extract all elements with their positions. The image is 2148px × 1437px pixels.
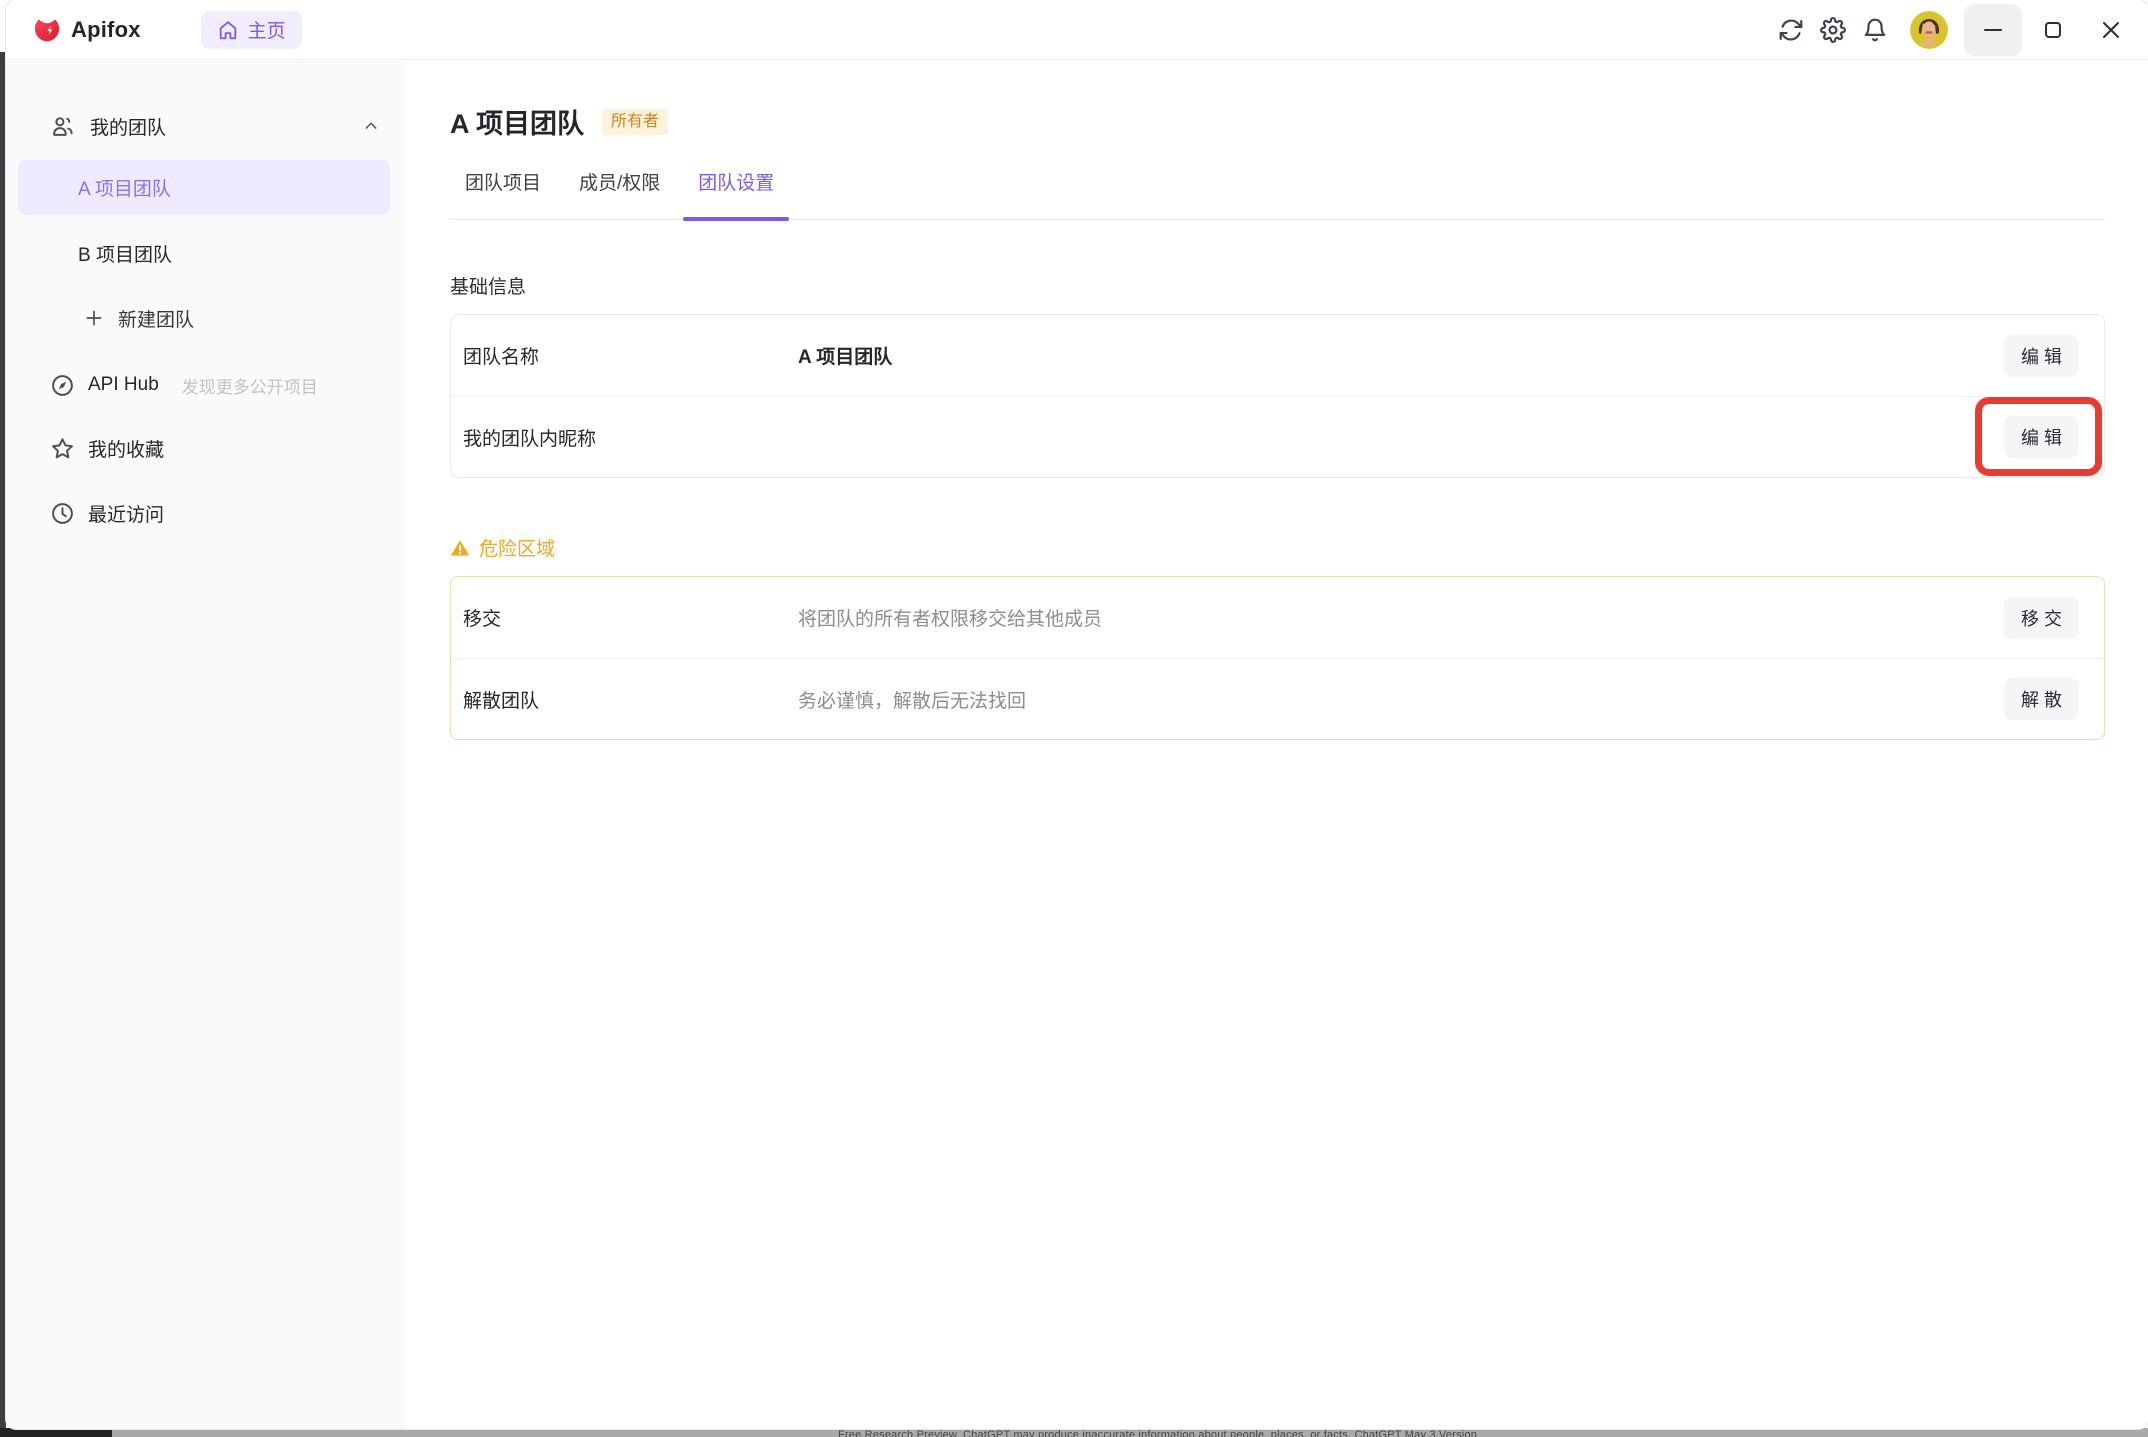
app-brand: Apifox [32,15,141,45]
sidebar-item-favorites[interactable]: 我的收藏 [50,428,379,468]
user-avatar[interactable] [1910,11,1948,49]
sidebar-item-new-team[interactable]: 新建团队 [84,298,379,338]
sidebar-item-api-hub[interactable]: API Hub 发现更多公开项目 [50,365,379,405]
sidebar-item-label: A 项目团队 [78,174,171,201]
nickname-row: 我的团队内昵称 编 辑 [451,396,2104,477]
team-name-value: A 项目团队 [798,342,2004,369]
close-button[interactable] [2082,4,2140,56]
tab-members-permissions[interactable]: 成员/权限 [564,168,675,219]
warning-icon [450,538,470,558]
dissolve-button[interactable]: 解 散 [2004,678,2079,720]
sidebar-group-label: 我的团队 [90,113,166,140]
plus-icon [84,308,104,328]
sync-button[interactable] [1770,9,1812,51]
sync-icon [1778,17,1804,43]
team-name-label: 团队名称 [463,342,798,369]
tab-team-projects[interactable]: 团队项目 [450,168,556,219]
api-hub-label: API Hub [88,374,159,396]
home-label: 主页 [248,16,286,43]
transfer-description: 将团队的所有者权限移交给其他成员 [798,604,2004,631]
minimize-icon [1982,19,2004,41]
new-team-label: 新建团队 [118,305,194,332]
minimize-button[interactable] [1964,4,2022,56]
chevron-up-icon [363,118,379,134]
danger-zone-card: 移交 将团队的所有者权限移交给其他成员 移 交 解散团队 务必谨慎，解散后无法找… [450,576,2105,740]
apifox-logo-icon [32,15,62,45]
maximize-button[interactable] [2024,4,2082,56]
home-button[interactable]: 主页 [201,11,302,49]
dissolve-label: 解散团队 [463,686,798,713]
owner-badge: 所有者 [602,109,668,135]
basic-info-heading: 基础信息 [450,272,2105,299]
settings-button[interactable] [1812,9,1854,51]
edit-nickname-button[interactable]: 编 辑 [2004,416,2079,458]
page-title: A 项目团队 [450,102,584,141]
bell-icon [1862,17,1888,43]
danger-zone-label: 危险区域 [479,534,555,561]
clock-icon [50,501,75,526]
api-hub-subtitle: 发现更多公开项目 [182,373,318,398]
sidebar-item-recent[interactable]: 最近访问 [50,493,379,533]
team-name-row: 团队名称 A 项目团队 编 辑 [451,315,2104,396]
nickname-label: 我的团队内昵称 [463,424,798,451]
danger-zone-heading: 危险区域 [450,534,2105,561]
recent-label: 最近访问 [88,500,164,527]
transfer-row: 移交 将团队的所有者权限移交给其他成员 移 交 [451,577,2104,658]
page-header: A 项目团队 所有者 [450,102,2105,141]
notifications-button[interactable] [1854,9,1896,51]
sidebar-group-my-teams[interactable]: 我的团队 [50,106,379,146]
sidebar-item-label: B 项目团队 [78,240,172,267]
star-icon [50,436,75,461]
edit-team-name-button[interactable]: 编 辑 [2004,335,2079,377]
tab-team-settings[interactable]: 团队设置 [683,168,789,219]
background-status-bar-dark-segment [0,1428,112,1437]
main-content: A 项目团队 所有者 团队项目 成员/权限 团队设置 基础信息 团队名称 A 项… [405,61,2148,1429]
sidebar: 我的团队 A 项目团队 B 项目团队 新建团队 API Hub [6,61,405,1429]
titlebar: Apifox 主页 [6,0,2148,60]
compass-icon [50,373,75,398]
gear-icon [1820,17,1846,43]
tab-bar: 团队项目 成员/权限 团队设置 [450,168,2105,220]
background-status-bar: Free Research Preview. ChatGPT may produ… [0,1428,2148,1437]
transfer-button[interactable]: 移 交 [2004,597,2079,639]
apifox-window: Apifox 主页 [6,0,2148,1429]
basic-info-card: 团队名称 A 项目团队 编 辑 我的团队内昵称 编 辑 [450,314,2105,478]
dissolve-row: 解散团队 务必谨慎，解散后无法找回 解 散 [451,658,2104,739]
sidebar-item-team-b[interactable]: B 项目团队 [18,226,390,281]
team-icon [50,114,75,139]
dissolve-description: 务必谨慎，解散后无法找回 [798,686,2004,713]
transfer-label: 移交 [463,604,798,631]
app-title: Apifox [71,17,141,43]
home-icon [217,19,239,41]
maximize-icon [2043,20,2063,40]
close-icon [2100,19,2122,41]
favorites-label: 我的收藏 [88,435,164,462]
background-status-text: Free Research Preview. ChatGPT may produ… [838,1429,1477,1437]
sidebar-item-team-a[interactable]: A 项目团队 [18,160,390,215]
